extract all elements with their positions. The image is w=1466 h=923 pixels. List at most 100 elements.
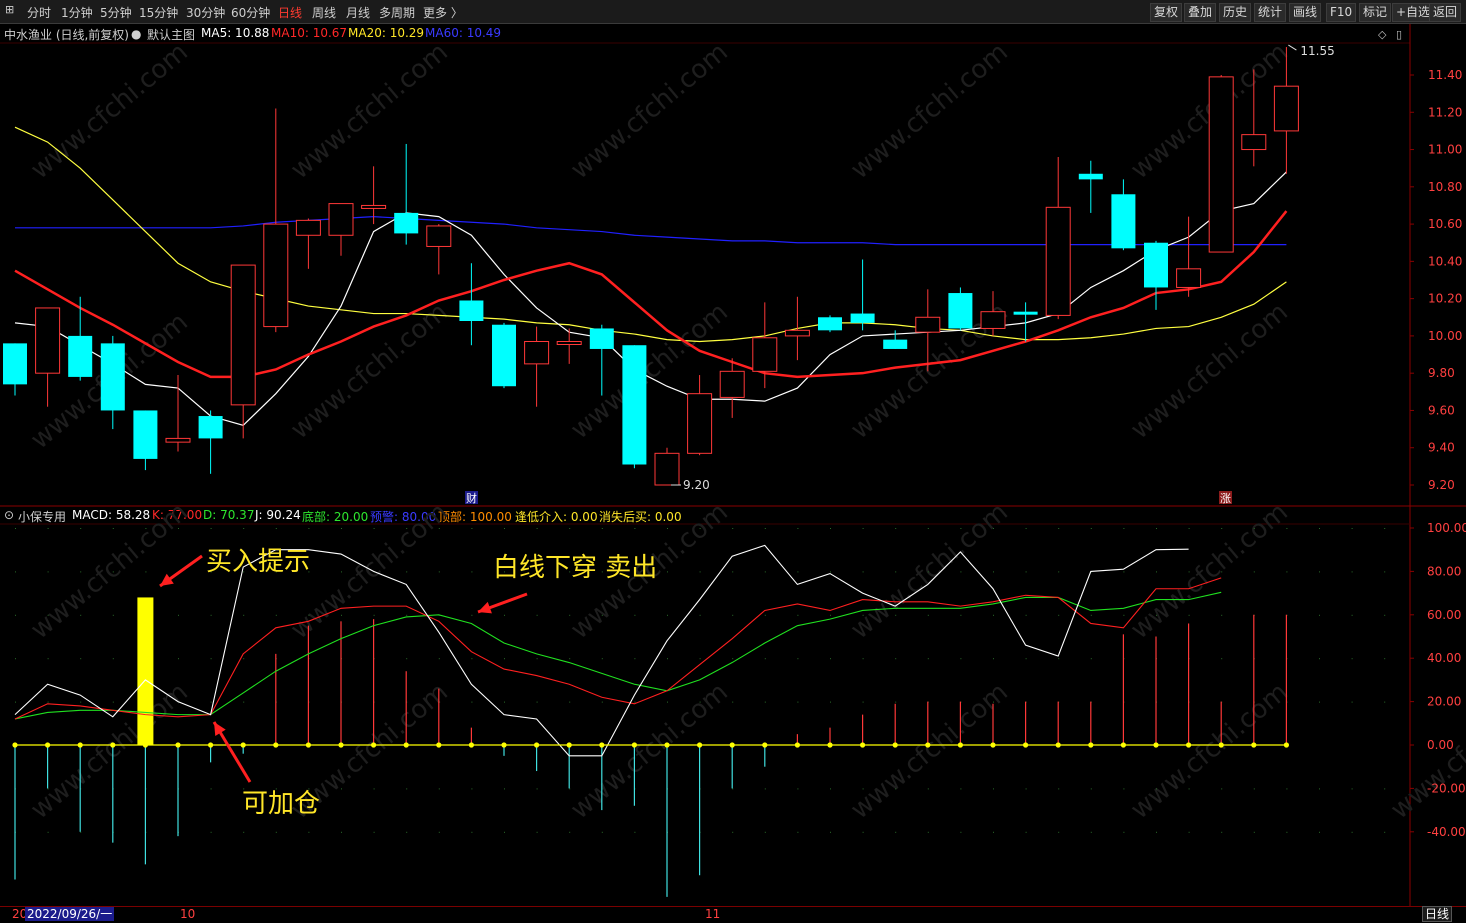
grid-dot-0 [341, 831, 342, 833]
grid-dot-5 [112, 614, 114, 616]
grid-dot-4 [1384, 658, 1386, 660]
candle-body-5 [165, 437, 191, 443]
grid-dot-4 [569, 658, 571, 660]
grid-dot-7 [536, 528, 538, 529]
grid-dot-3 [764, 701, 766, 703]
ind-tick-4: 40.00 [1427, 651, 1461, 665]
candle-body-9 [295, 219, 321, 236]
grid-dot-5 [341, 614, 342, 616]
grid-dot-5 [764, 614, 766, 616]
grid-dot-0 [275, 831, 277, 833]
grid-dot-3 [699, 701, 701, 703]
candle-body-39 [1273, 85, 1299, 132]
watermark-0: www.cfchi.com [25, 37, 194, 185]
buy-annotation: 买入提示 [206, 547, 311, 577]
candle-body-16 [524, 341, 550, 365]
grid-dot-1 [341, 788, 342, 790]
grid-dot-6 [862, 571, 864, 573]
grid-dot-3 [797, 701, 799, 703]
grid-dot-0 [830, 831, 831, 833]
watermark-1: www.cfchi.com [285, 37, 454, 185]
grid-dot-7 [569, 528, 571, 529]
grid-dot-1 [927, 788, 929, 790]
candle-body-38 [1241, 134, 1267, 151]
grid-dot-5 [601, 614, 603, 616]
watermark-14: www.cfchi.com [1125, 497, 1294, 645]
grid-dot-4 [15, 658, 16, 660]
grid-dot-7 [960, 528, 962, 529]
finance-marker: 财 [466, 491, 477, 505]
price-tick-0: 9.20 [1428, 478, 1455, 492]
candle-body-12 [394, 212, 419, 234]
grid-dot-7 [80, 528, 82, 529]
grid-dot-0 [536, 831, 538, 833]
grid-dot-6 [15, 571, 16, 573]
watermark-2: www.cfchi.com [565, 37, 734, 185]
grid-dot-5 [1025, 614, 1027, 616]
grid-dot-0 [634, 831, 636, 833]
ind-tick-1: -20.00 [1427, 781, 1466, 795]
grid-dot-6 [830, 571, 831, 573]
candle-body-32 [1045, 206, 1071, 316]
grid-dot-5 [1221, 614, 1223, 616]
grid-dot-6 [1253, 571, 1255, 573]
watermark-18: www.cfchi.com [845, 677, 1014, 825]
grid-dot-7 [1286, 528, 1288, 529]
grid-dot-7 [699, 528, 701, 529]
zero-dot-19 [631, 742, 638, 748]
grid-dot-3 [15, 701, 16, 703]
zero-dot-4 [142, 742, 148, 748]
watermark-19: www.cfchi.com [1125, 677, 1294, 825]
grid-dot-3 [993, 701, 994, 703]
grid-dot-1 [504, 788, 505, 790]
grid-dot-5 [732, 614, 734, 616]
candle-body-31 [1013, 311, 1038, 315]
grid-dot-1 [1156, 788, 1157, 790]
zero-dot-39 [1283, 742, 1289, 748]
buy-signal-bar [137, 597, 154, 745]
grid-dot-7 [15, 528, 16, 529]
watermark-10: www.cfchi.com [25, 497, 194, 645]
grid-dot-5 [178, 614, 179, 616]
candle-body-4 [133, 410, 158, 459]
period-footer[interactable]: 日线 [1422, 906, 1453, 922]
grid-dot-4 [47, 658, 49, 660]
grid-dot-0 [308, 831, 310, 833]
candle-body-0 [3, 343, 27, 385]
grid-dot-1 [438, 788, 440, 790]
grid-dot-1 [1351, 788, 1353, 790]
zero-dot-3 [110, 742, 116, 748]
grid-dot-5 [80, 614, 82, 616]
grid-dot-1 [536, 788, 538, 790]
grid-dot-3 [80, 701, 82, 703]
grid-dot-6 [1058, 571, 1060, 573]
grid-dot-4 [406, 658, 408, 660]
zero-dot-33 [1088, 742, 1094, 748]
grid-dot-6 [47, 571, 49, 573]
price-tick-3: 9.80 [1428, 366, 1455, 380]
grid-dot-4 [112, 658, 114, 660]
ma20-line [14, 126, 1287, 343]
grid-dot-3 [569, 701, 571, 703]
candle-body-26 [850, 313, 875, 323]
candle-body-24 [784, 329, 810, 337]
grid-dot-5 [960, 614, 962, 616]
zero-dot-12 [403, 742, 409, 748]
grid-dot-1 [1286, 788, 1288, 790]
grid-dot-5 [308, 614, 310, 616]
grid-dot-7 [1351, 528, 1353, 529]
zero-dot-13 [436, 742, 442, 748]
grid-dot-6 [797, 571, 799, 573]
ind-tick-3: 20.00 [1427, 695, 1461, 709]
grid-dot-6 [1286, 571, 1288, 573]
grid-dot-4 [895, 658, 897, 660]
grid-dot-1 [1319, 788, 1320, 790]
grid-dot-6 [341, 571, 342, 573]
grid-dot-0 [569, 831, 571, 833]
grid-dot-7 [993, 528, 994, 529]
grid-dot-1 [1058, 788, 1060, 790]
grid-dot-0 [764, 831, 766, 833]
stock-chart[interactable]: www.cfchi.com www.cfchi.com www.cfchi.com w… [0, 0, 1466, 923]
grid-dot-3 [634, 701, 636, 703]
grid-dot-4 [634, 658, 636, 660]
